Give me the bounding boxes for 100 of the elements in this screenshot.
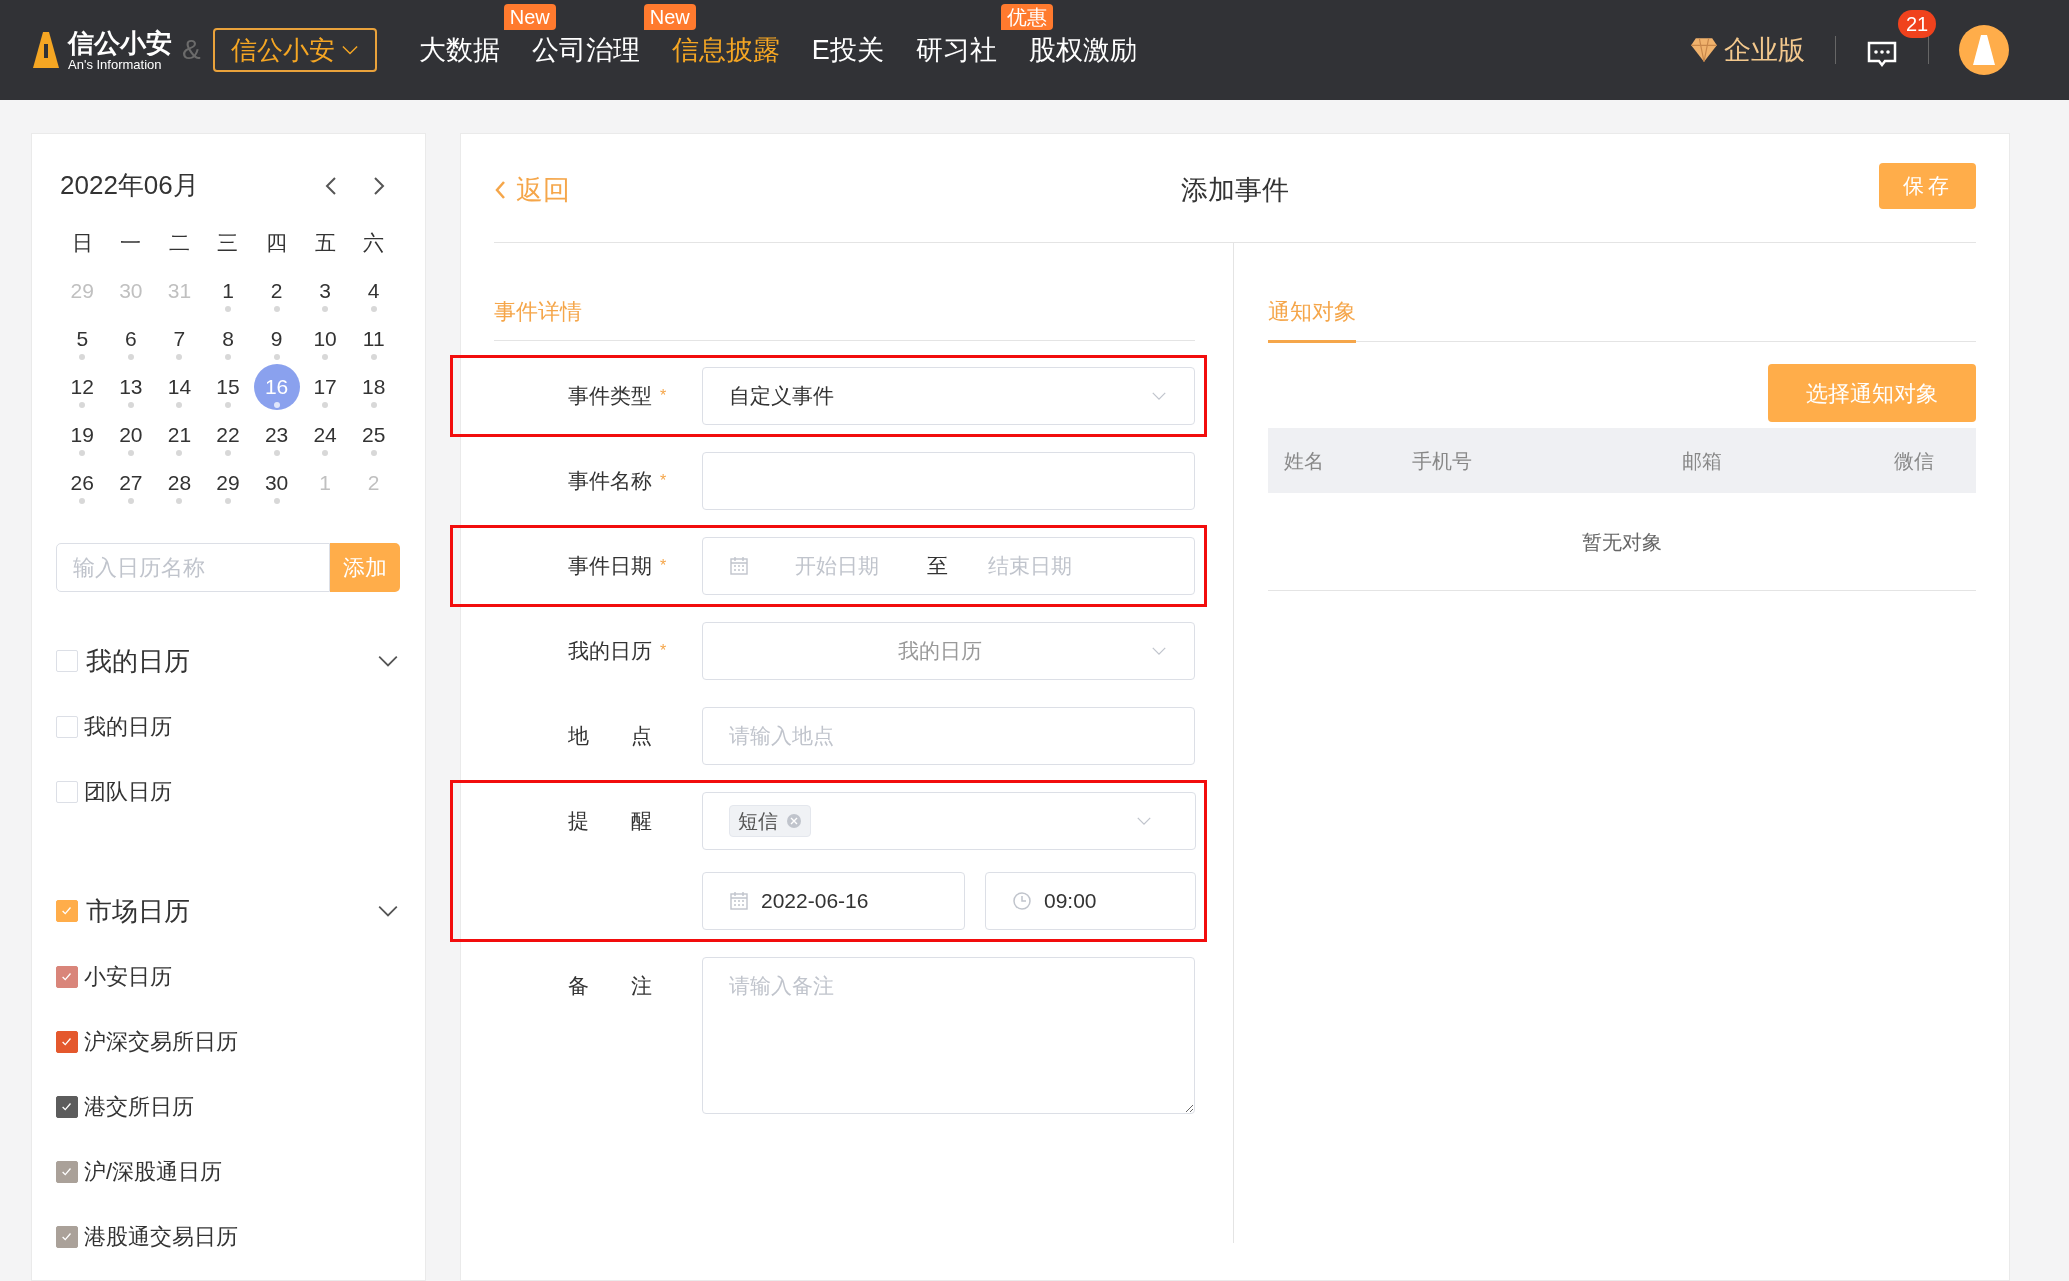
required-mark: *: [660, 556, 667, 576]
required-mark: *: [660, 386, 667, 406]
calendar-day[interactable]: 12: [59, 364, 106, 410]
weekday-label: 一: [120, 230, 142, 257]
calendar-day[interactable]: 22: [205, 412, 251, 458]
checkbox[interactable]: [56, 1030, 78, 1053]
calendar-icon: [729, 556, 749, 576]
calendar-day[interactable]: 27: [107, 460, 154, 506]
column-header: 手机号: [1412, 448, 1473, 474]
calendar-icon: [729, 891, 749, 911]
calendar-item[interactable]: 小安日历: [84, 960, 172, 993]
weekday-label: 六: [363, 230, 385, 257]
checkbox[interactable]: [56, 1225, 78, 1248]
calendar-item[interactable]: 团队日历: [84, 775, 172, 808]
logo-subtitle: An's Information: [68, 57, 163, 71]
logo-text: 信公小安: [68, 29, 172, 56]
messages-button[interactable]: [1866, 40, 1898, 68]
calendar-item[interactable]: 港交所日历: [84, 1090, 194, 1123]
field-label: 事件类型: [568, 383, 652, 410]
weekday-label: 三: [217, 230, 239, 257]
calendar-day[interactable]: 13: [107, 364, 154, 410]
nav-link[interactable]: 信息披露: [671, 34, 780, 65]
calendar-day[interactable]: 30: [253, 460, 300, 506]
calendar-day[interactable]: 3: [302, 268, 349, 314]
calendar-day[interactable]: 24: [302, 412, 349, 458]
calendar-day[interactable]: 7: [156, 316, 203, 362]
close-icon: [786, 813, 802, 829]
column-header: 邮箱: [1681, 448, 1723, 474]
nav-link[interactable]: 研习社: [915, 34, 997, 65]
section-title: 事件详情: [494, 298, 583, 326]
weekday-label: 日: [71, 230, 93, 257]
notes-textarea[interactable]: 请输入备注: [702, 957, 1195, 1114]
month-title: 2022年06月: [60, 169, 199, 202]
checkbox[interactable]: [56, 1095, 78, 1118]
clock-icon: [1012, 891, 1032, 911]
chat-icon: [1866, 40, 1898, 68]
nav-link[interactable]: E投关: [811, 34, 884, 65]
calendar-day[interactable]: 5: [59, 316, 106, 362]
text-input[interactable]: 请输入地点: [702, 707, 1195, 765]
group-title: 市场日历: [86, 894, 191, 928]
empty-message: 暂无对象: [1582, 529, 1662, 555]
calendar-day[interactable]: 23: [253, 412, 300, 458]
group-title: 我的日历: [86, 644, 191, 678]
chevron-left-icon: [323, 175, 337, 196]
text-input[interactable]: [702, 452, 1195, 510]
enterprise-link[interactable]: 企业版: [1690, 29, 1805, 71]
calendar-day[interactable]: 1: [205, 268, 251, 314]
calendar-day[interactable]: 26: [59, 460, 106, 506]
avatar-icon: [1959, 25, 2009, 75]
calendar-day[interactable]: 10: [302, 316, 349, 362]
field-label: 我的日历: [568, 638, 652, 665]
calendar-day[interactable]: 15: [205, 364, 251, 410]
field-label: 备 注: [568, 973, 652, 1000]
calendar-day[interactable]: 21: [156, 412, 203, 458]
new-badge: New: [643, 3, 696, 30]
calendar-item[interactable]: 沪/深股通日历: [84, 1155, 223, 1188]
multi-select-field[interactable]: 短信: [702, 792, 1196, 850]
calendar-item[interactable]: 我的日历: [84, 710, 172, 743]
calendar-day[interactable]: 2: [253, 268, 300, 314]
calendar-day[interactable]: 29: [205, 460, 251, 506]
page-title: 添加事件: [1181, 173, 1289, 207]
nav-link[interactable]: 股权激励: [1028, 34, 1137, 65]
weekday-label: 二: [168, 230, 190, 257]
checkbox[interactable]: [56, 965, 78, 988]
select-field[interactable]: 自定义事件: [702, 367, 1195, 425]
weekday-label: 四: [266, 230, 288, 257]
required-mark: *: [660, 641, 667, 661]
ampersand-text: &: [182, 33, 201, 67]
chevron-left-icon: [494, 180, 506, 200]
calendar-day[interactable]: 25: [350, 412, 397, 458]
checkbox[interactable]: [56, 1160, 78, 1183]
calendar-day[interactable]: 6: [107, 316, 154, 362]
calendar-day[interactable]: 9: [253, 316, 300, 362]
calendar-day[interactable]: 28: [156, 460, 203, 506]
calendar-item[interactable]: 沪深交易所日历: [84, 1025, 238, 1058]
product-switcher[interactable]: 信公小安: [212, 28, 377, 72]
new-badge: New: [503, 3, 556, 30]
calendar-day[interactable]: 18: [350, 364, 397, 410]
calendar-day[interactable]: 20: [107, 412, 154, 458]
date-input[interactable]: 2022-06-16: [702, 872, 965, 930]
calendar-day[interactable]: 4: [350, 268, 397, 314]
calendar-day[interactable]: 17: [302, 364, 349, 410]
new-badge: 优惠: [1000, 3, 1053, 30]
field-label: 事件日期: [568, 553, 652, 580]
calendar-day[interactable]: 14: [156, 364, 203, 410]
required-mark: *: [660, 471, 667, 491]
time-input[interactable]: 09:00: [985, 872, 1196, 930]
calendar-day[interactable]: 11: [350, 316, 397, 362]
weekday-label: 五: [314, 230, 336, 257]
nav-link[interactable]: 公司治理: [531, 34, 640, 65]
date-range-field[interactable]: 开始日期 至 结束日期: [702, 537, 1195, 595]
calendar-name-input[interactable]: 输入日历名称: [56, 543, 330, 592]
calendar-item[interactable]: 港股通交易日历: [84, 1220, 238, 1253]
field-label: 地 点: [568, 723, 652, 750]
count-badge: 21: [1898, 10, 1937, 38]
nav-link[interactable]: 大数据: [418, 34, 500, 65]
calendar-day[interactable]: 19: [59, 412, 106, 458]
calendar-day[interactable]: 8: [205, 316, 251, 362]
field-label: 事件名称: [568, 468, 652, 495]
checkbox[interactable]: [56, 900, 78, 922]
